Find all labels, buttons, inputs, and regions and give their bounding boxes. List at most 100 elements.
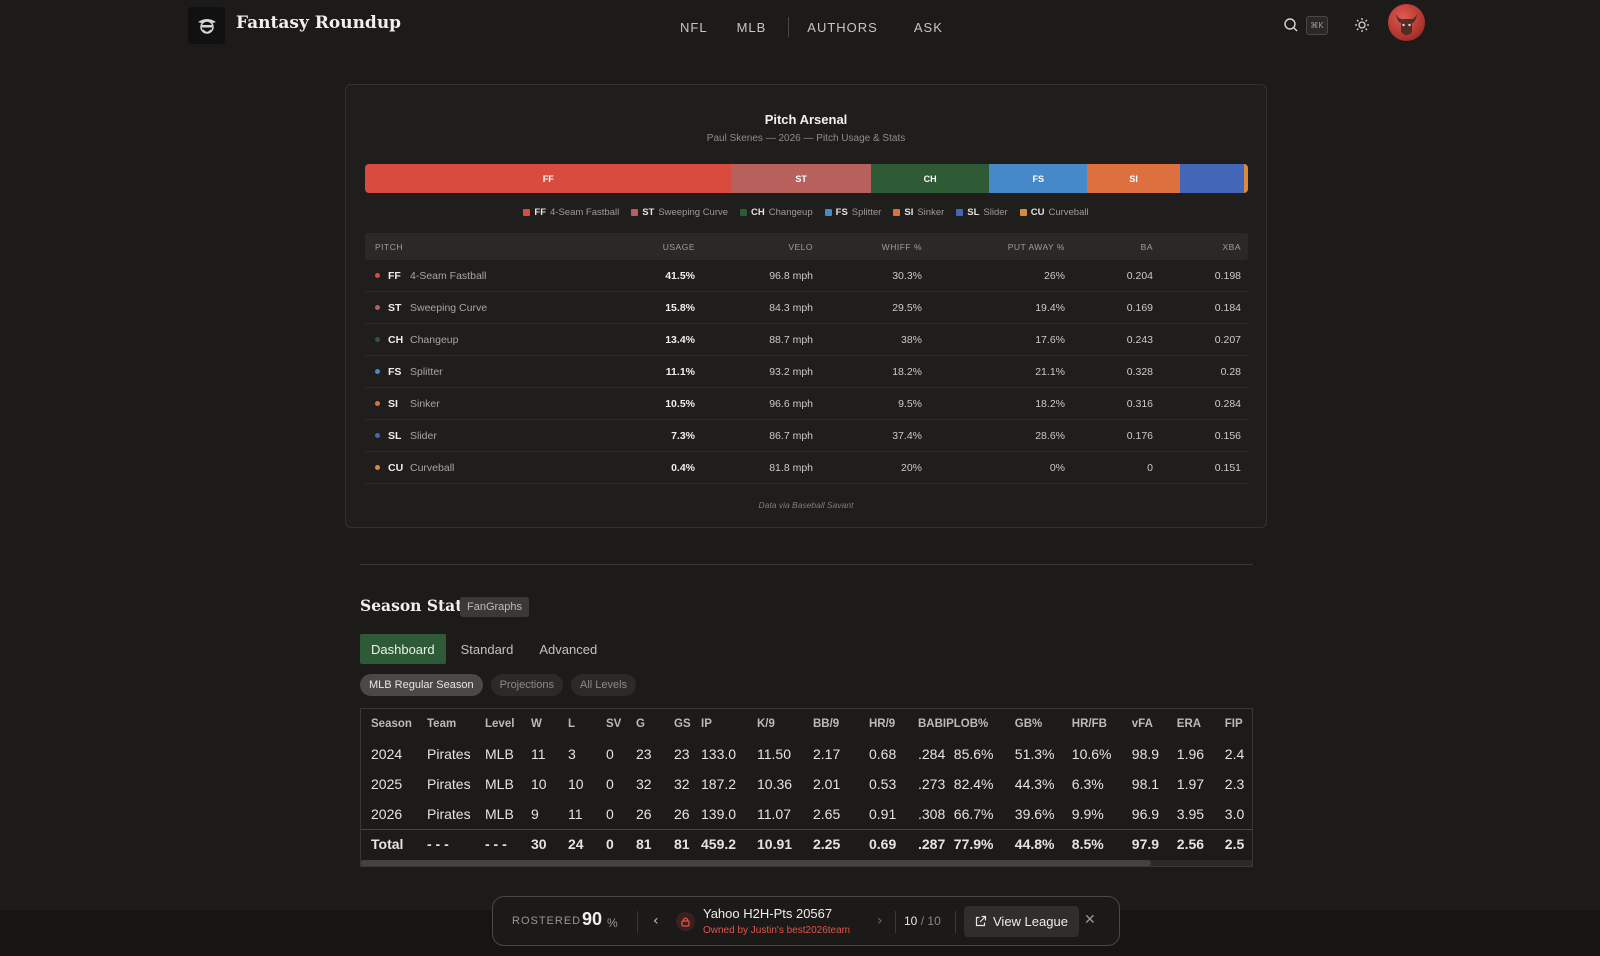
usage-value: 13.4%: [665, 333, 695, 346]
avatar[interactable]: [1388, 4, 1425, 41]
stats-col-k9[interactable]: K/9: [757, 709, 813, 739]
pitch-table-header: PITCH USAGE VELO WHIFF % PUT AWAY % BA X…: [365, 233, 1248, 260]
nav-mlb[interactable]: MLB: [737, 20, 767, 35]
horizontal-scrollbar[interactable]: [361, 860, 1252, 866]
stats-cell: 2.56: [1176, 828, 1225, 859]
legend-swatch: [740, 209, 748, 216]
league-pager: 10 / 10: [904, 914, 941, 928]
filter-all-levels[interactable]: All Levels: [570, 674, 637, 696]
stats-row-2024[interactable]: 2024 Pirates MLB 11 3 0 23 23 133.0 11.50 2.17 0.68…: [361, 739, 1252, 769]
col-put-away[interactable]: PUT AWAY %: [922, 242, 1065, 252]
nav-authors[interactable]: AUTHORS: [807, 20, 878, 35]
col-velo[interactable]: VELO: [695, 242, 813, 252]
usage-segment-cu[interactable]: [1244, 164, 1248, 193]
put-away-cell: 18.2%: [1035, 397, 1065, 410]
stats-row-2025[interactable]: 2025 Pirates MLB 10 10 0 32 32 187.2 10.36 2.01 0.5…: [361, 769, 1252, 799]
legend-code: ST: [642, 207, 655, 218]
stats-col-era[interactable]: ERA: [1177, 709, 1225, 739]
league-name[interactable]: Yahoo H2H-Pts 20567: [703, 906, 832, 921]
stats-cell: 11: [568, 805, 583, 822]
pitch-row-st[interactable]: ST Sweeping Curve 15.8% 84.3 mph 29.5% 19.4% 0…: [365, 292, 1248, 324]
nav-ask[interactable]: ASK: [914, 20, 943, 35]
stats-col-gb[interactable]: GB%: [1015, 709, 1072, 739]
usage-segment-ch[interactable]: CH: [870, 164, 990, 193]
stats-col-babip[interactable]: BABIP: [918, 709, 954, 739]
stats-cell: 459.2: [701, 828, 757, 859]
chevron-left-icon[interactable]: ‹: [653, 913, 659, 929]
usage-cell: 11.1%: [615, 366, 695, 378]
pitch-row-sl[interactable]: SL Slider 7.3% 86.7 mph 37.4% 28.6% 0.176 0.156: [365, 420, 1248, 452]
usage-value: 11.1%: [665, 365, 695, 378]
pitch-color-dot: [375, 305, 380, 310]
legend-item-sl: SL Slider: [956, 207, 1008, 218]
stats-col-hrfb[interactable]: HR/FB: [1072, 709, 1132, 739]
stats-col-sv[interactable]: SV: [606, 709, 636, 739]
pitch-row-si[interactable]: SI Sinker 10.5% 96.6 mph 9.5% 18.2% 0.316 0.284: [365, 388, 1248, 420]
stats-col-l[interactable]: L: [568, 709, 606, 739]
col-whiff[interactable]: WHIFF %: [813, 242, 922, 252]
scrollbar-thumb[interactable]: [361, 860, 1151, 866]
usage-cell: 7.3%: [615, 430, 695, 442]
brand-title[interactable]: Fantasy Roundup: [236, 13, 401, 33]
filter-mlb-regular-season[interactable]: MLB Regular Season: [360, 674, 483, 696]
ba-cell: 0.243: [1126, 333, 1153, 346]
logo[interactable]: [188, 7, 225, 44]
pitch-code: SL: [388, 429, 402, 442]
whiff-cell: 20%: [900, 461, 922, 474]
tab-standard[interactable]: Standard: [450, 634, 525, 664]
stats-total-row[interactable]: Total - - -- - -30 24 0 81 81 459.2 10.91 2.25 0.…: [361, 828, 1252, 859]
ba-cell: 0: [1147, 461, 1153, 474]
close-icon[interactable]: ✕: [1084, 912, 1096, 928]
stats-cell: 133.0: [701, 746, 737, 762]
col-usage[interactable]: USAGE: [615, 242, 695, 252]
lock-glyph: [681, 917, 690, 927]
pitch-row-ch[interactable]: CH Changeup 13.4% 88.7 mph 38% 17.6% 0.243 0.20…: [365, 324, 1248, 356]
usage-segment-st[interactable]: ST: [731, 164, 871, 193]
stats-cell: 9.9%: [1071, 805, 1104, 822]
usage-segment-fs[interactable]: FS: [989, 164, 1088, 193]
tab-advanced[interactable]: Advanced: [528, 634, 608, 664]
stats-col-gs[interactable]: GS: [674, 709, 701, 739]
stats-cell: 85.6%: [953, 746, 994, 762]
pitch-row-ff[interactable]: FF 4-Seam Fastball 41.5% 96.8 mph 30.3% 26% 0.…: [365, 260, 1248, 292]
stats-col-hr9[interactable]: HR/9: [869, 709, 918, 739]
usage-segment-si[interactable]: SI: [1087, 164, 1180, 193]
chevron-right-icon[interactable]: ›: [877, 913, 883, 929]
stats-col-lob[interactable]: LOB%: [954, 709, 1015, 739]
stats-col-fip[interactable]: FIP: [1225, 709, 1252, 739]
usage-segment-ff[interactable]: FF: [365, 164, 732, 193]
pitch-cell: FS Splitter: [365, 366, 615, 378]
stats-cell: 77.9%: [953, 828, 1015, 859]
stats-col-team[interactable]: Team: [427, 709, 485, 739]
put-away-cell: 21.1%: [1035, 365, 1065, 378]
search-icon[interactable]: [1283, 17, 1299, 33]
col-ba[interactable]: BA: [1065, 242, 1153, 252]
stats-col-level[interactable]: Level: [485, 709, 531, 739]
velo-cell: 93.2 mph: [769, 365, 813, 378]
stats-col-bb9[interactable]: BB/9: [813, 709, 869, 739]
usage-value: 41.5%: [665, 269, 695, 282]
tab-dashboard[interactable]: Dashboard: [360, 634, 446, 664]
stats-col-vfa[interactable]: vFA: [1132, 709, 1177, 739]
col-pitch[interactable]: PITCH: [365, 242, 615, 252]
stats-col-season[interactable]: Season: [361, 709, 427, 739]
legend-item-cu: CU Curveball: [1019, 207, 1089, 218]
stats-col-ip[interactable]: IP: [701, 709, 757, 739]
view-league-button[interactable]: View League: [964, 906, 1079, 937]
stats-col-g[interactable]: G: [636, 709, 674, 739]
pitch-row-cu[interactable]: CU Curveball 0.4% 81.8 mph 20% 0% 0 0.151: [365, 452, 1248, 484]
velo-cell: 84.3 mph: [769, 301, 813, 314]
stats-row-2026[interactable]: 2026 Pirates MLB 9 11 0 26 26 139.0 11.07 2.65 0.91…: [361, 799, 1252, 829]
usage-segment-sl[interactable]: [1179, 164, 1245, 193]
col-xba[interactable]: XBA: [1153, 242, 1241, 252]
stats-col-w[interactable]: W: [531, 709, 568, 739]
search-shortcut: ⌘K: [1306, 16, 1328, 35]
stats-cell: 10.6%: [1071, 746, 1112, 762]
sun-icon[interactable]: [1354, 17, 1370, 33]
nav-nfl[interactable]: NFL: [680, 20, 708, 35]
stats-cell: 0.91: [869, 805, 897, 822]
filter-projections[interactable]: Projections: [490, 674, 563, 696]
put-away-cell: 19.4%: [1035, 301, 1065, 314]
pitch-row-fs[interactable]: FS Splitter 11.1% 93.2 mph 18.2% 21.1% 0.328 0.…: [365, 356, 1248, 388]
pitch-color-dot: [375, 337, 380, 342]
